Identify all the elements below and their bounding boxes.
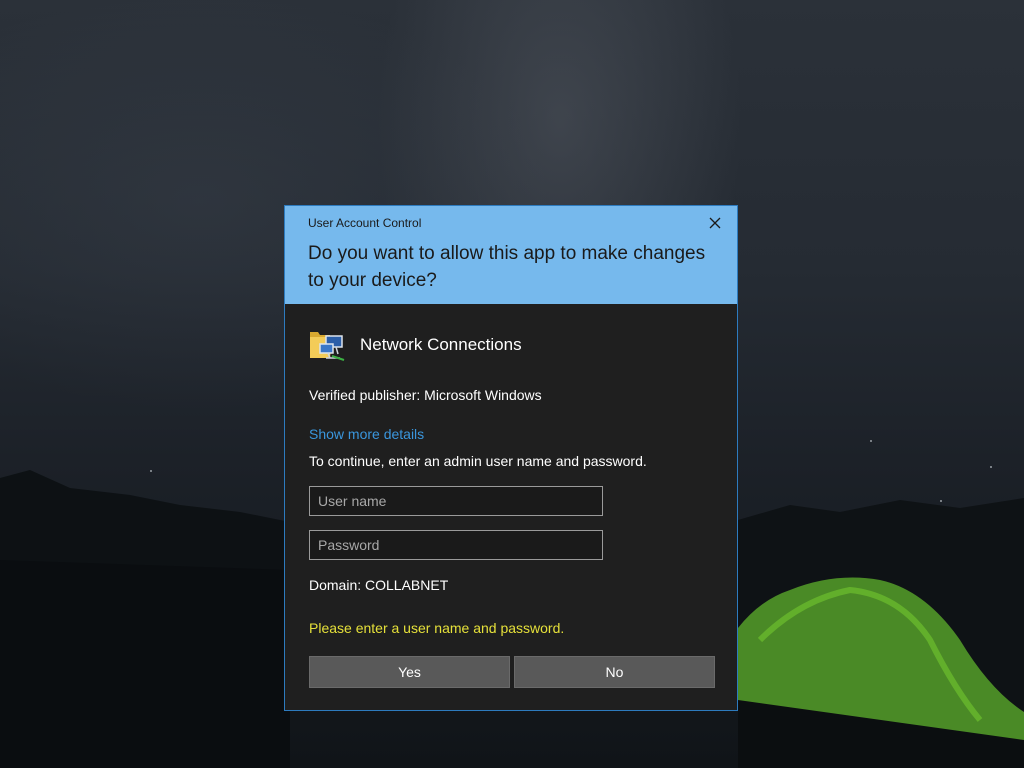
- username-input[interactable]: [309, 486, 603, 516]
- no-button[interactable]: No: [514, 656, 715, 688]
- show-more-details-link[interactable]: Show more details: [309, 426, 424, 442]
- verified-publisher: Verified publisher: Microsoft Windows: [309, 387, 542, 403]
- credentials-instructions: To continue, enter an admin user name an…: [309, 453, 647, 469]
- yes-button[interactable]: Yes: [309, 656, 510, 688]
- dialog-caption: User Account Control: [308, 216, 422, 230]
- domain-label: Domain: COLLABNET: [309, 577, 449, 593]
- network-connections-icon: [310, 332, 345, 361]
- uac-dialog: User Account Control Do you want to allo…: [284, 205, 738, 711]
- app-name: Network Connections: [360, 335, 522, 354]
- password-input[interactable]: [309, 530, 603, 560]
- close-icon: [709, 217, 721, 229]
- prompt-question: Do you want to allow this app to make ch…: [308, 243, 706, 291]
- error-message: Please enter a user name and password.: [309, 620, 565, 636]
- dialog-header: User Account Control Do you want to allo…: [285, 206, 737, 304]
- close-button[interactable]: [701, 212, 729, 234]
